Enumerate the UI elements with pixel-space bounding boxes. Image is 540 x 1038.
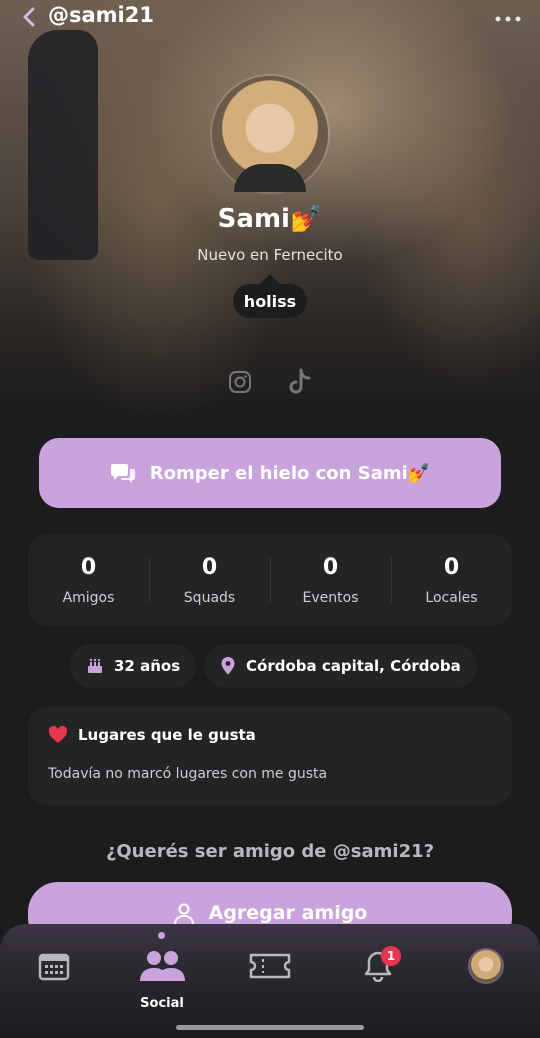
- nav-social-label: Social: [140, 996, 184, 1011]
- stats-card: 0 Amigos 0 Squads 0 Eventos 0 Locales: [28, 534, 512, 626]
- stat-label: Locales: [425, 589, 478, 606]
- break-the-ice-button[interactable]: Romper el hielo con Sami💅: [39, 438, 501, 508]
- add-friend-icon: [173, 903, 194, 925]
- liked-places-empty-text: Todavía no marcó lugares con me gusta: [48, 766, 328, 782]
- age-chip: 32 años: [70, 644, 197, 688]
- nav-social[interactable]: [134, 946, 190, 986]
- home-indicator: [176, 1025, 364, 1030]
- location-pin-icon: [221, 657, 235, 675]
- nav-profile[interactable]: [468, 946, 504, 986]
- location-text: Córdoba capital, Córdoba: [246, 657, 461, 675]
- heart-icon: [48, 726, 68, 743]
- liked-places-title: Lugares que le gusta: [78, 726, 256, 744]
- stat-value: 0: [80, 554, 97, 580]
- stat-friends[interactable]: 0 Amigos: [28, 534, 149, 626]
- profile-avatar[interactable]: [212, 76, 328, 192]
- header-username: @sami21: [48, 3, 154, 27]
- stat-label: Squads: [183, 589, 236, 606]
- age-text: 32 años: [114, 657, 181, 675]
- status-bubble: holiss: [233, 284, 307, 318]
- calendar-icon: [38, 953, 70, 981]
- stat-squads[interactable]: 0 Squads: [149, 534, 270, 626]
- ticket-icon: [249, 953, 291, 979]
- stat-label: Eventos: [302, 589, 359, 606]
- profile-mini-avatar: [470, 950, 502, 982]
- active-tab-indicator: [158, 932, 165, 939]
- top-bar: @sami21: [0, 0, 540, 36]
- stat-value: 0: [201, 554, 218, 580]
- avatar-face: [251, 104, 289, 150]
- break-the-ice-label: Romper el hielo con Sami💅: [149, 462, 431, 484]
- stat-label: Amigos: [62, 589, 115, 606]
- stat-value: 0: [322, 554, 339, 580]
- stat-value: 0: [443, 554, 460, 580]
- social-links: [0, 368, 540, 398]
- add-friend-label: Agregar amigo: [208, 902, 368, 924]
- profile-subtitle: Nuevo en Fernecito: [197, 246, 343, 264]
- nav-calendar[interactable]: [36, 946, 72, 986]
- friend-request-question: ¿Querés ser amigo de @sami21?: [105, 841, 435, 862]
- more-options-icon[interactable]: [494, 12, 522, 26]
- tiktok-icon[interactable]: [287, 368, 313, 396]
- avatar-shirt: [234, 164, 306, 192]
- cake-icon: [88, 658, 102, 673]
- status-text: holiss: [243, 291, 297, 311]
- liked-places-card: Lugares que le gusta Todavía no marcó lu…: [28, 707, 512, 805]
- bottom-navigation: Social 1: [0, 924, 540, 1038]
- people-icon: [140, 951, 185, 981]
- chat-bubbles-icon: [110, 464, 135, 483]
- location-chip: Córdoba capital, Córdoba: [204, 644, 477, 688]
- instagram-icon[interactable]: [228, 370, 252, 394]
- stat-events[interactable]: 0 Eventos: [270, 534, 391, 626]
- nav-tickets[interactable]: [248, 946, 292, 986]
- notification-badge: 1: [381, 946, 401, 966]
- profile-display-name: Sami💅: [217, 204, 323, 234]
- back-arrow-icon[interactable]: [18, 5, 40, 29]
- stat-venues[interactable]: 0 Locales: [391, 534, 512, 626]
